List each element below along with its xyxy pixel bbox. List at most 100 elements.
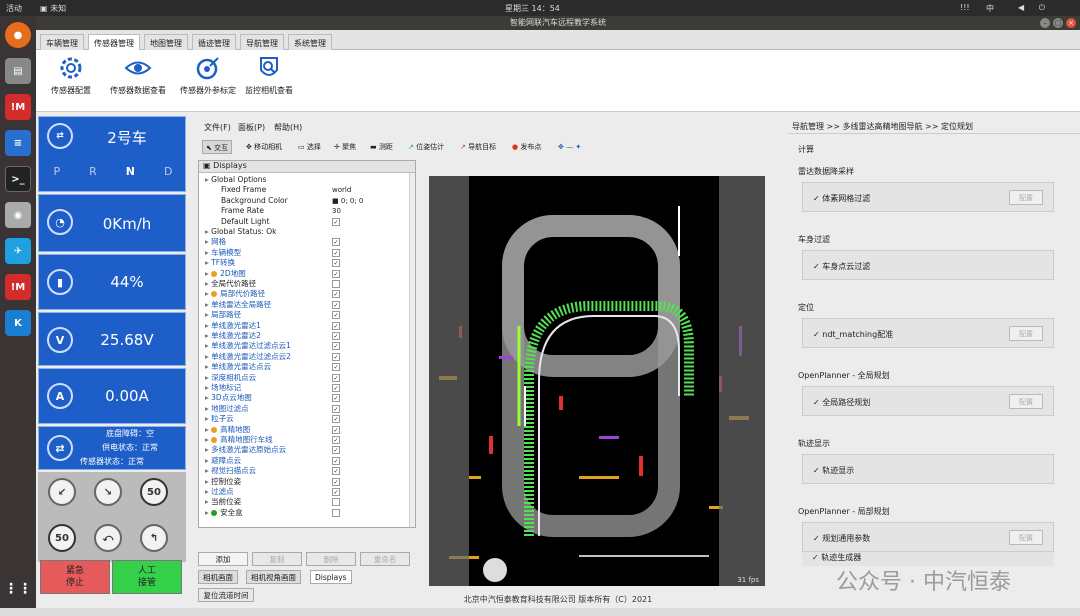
firefox-icon[interactable]: ● <box>5 22 31 48</box>
display-row[interactable]: ▸ 单线激光雷达过滤点云1 ✓ <box>199 341 413 351</box>
display-row[interactable]: ▸ 深度相机点云 ✓ <box>199 373 413 383</box>
display-row[interactable]: ▸ 车辆模型 ✓ <box>199 248 413 258</box>
display-row[interactable]: Frame Rate 30 <box>199 206 413 216</box>
display-checkbox[interactable]: ✓ <box>332 384 340 392</box>
kylin-icon[interactable]: K <box>5 310 31 336</box>
display-row[interactable]: ▸ 安全盒 <box>199 508 413 518</box>
display-checkbox[interactable]: ✓ <box>332 404 340 413</box>
close-icon[interactable]: × <box>1066 18 1076 28</box>
tab-navigation[interactable]: 导航管理 <box>240 34 284 50</box>
app-menu[interactable]: ▣ 未知 <box>40 3 66 14</box>
gear-n[interactable]: N <box>126 165 135 178</box>
delete-display-button[interactable]: 删除 <box>306 552 356 566</box>
display-row[interactable]: ▸ 单线激光雷达2 ✓ <box>199 331 413 341</box>
section-checkbox[interactable]: ✓ 体素网格过滤 <box>813 193 870 204</box>
display-checkbox[interactable]: ✓ <box>332 342 340 351</box>
display-row[interactable]: Fixed Frame world <box>199 185 413 195</box>
display-checkbox[interactable]: ✓ <box>332 394 340 403</box>
no-left-turn-icon[interactable]: ↰ <box>140 524 168 552</box>
display-checkbox[interactable]: ✓ <box>332 415 340 424</box>
sensor-config-button[interactable]: 传感器配置 <box>38 54 104 96</box>
tool-focus[interactable]: ✛ 聚焦 <box>334 140 356 154</box>
display-row[interactable]: ▸ 高精地图 ✓ <box>199 425 413 435</box>
manual-takeover-button[interactable]: 人工 接管 <box>112 560 182 594</box>
display-checkbox[interactable]: ✓ <box>332 425 340 434</box>
config-button[interactable]: 配置 <box>1009 326 1043 341</box>
tab-sensor[interactable]: 传感器管理 <box>88 34 140 50</box>
tool-interact[interactable]: ⬉ 交互 <box>202 140 233 154</box>
tab-map[interactable]: 地图管理 <box>144 34 188 50</box>
menu-panel[interactable]: 面板(P) <box>238 122 265 133</box>
config-button[interactable]: 配置 <box>1009 190 1043 205</box>
speed-limit-sign-2[interactable]: 50 <box>48 524 76 552</box>
monitor-camera-button[interactable]: 监控相机查看 <box>236 54 302 96</box>
menu-help[interactable]: 帮助(H) <box>274 122 302 133</box>
display-row[interactable]: Background Color ■ 0; 0; 0 <box>199 196 413 206</box>
gear-p[interactable]: P <box>54 165 61 178</box>
camera-icon[interactable]: ◉ <box>5 202 31 228</box>
display-value[interactable]: ■ 0; 0; 0 <box>332 196 363 206</box>
display-checkbox[interactable]: ✓ <box>332 436 340 444</box>
tab-system[interactable]: 系统管理 <box>288 34 332 50</box>
display-checkbox[interactable]: ✓ <box>332 456 340 465</box>
tool-add-icon[interactable]: ✥ — ✦ <box>558 140 581 154</box>
display-checkbox[interactable]: ✓ <box>332 373 340 382</box>
rviz-3d-viewport[interactable]: 31 fps <box>429 176 765 586</box>
arrow-down-right-icon[interactable]: ↘ <box>94 478 122 506</box>
display-row[interactable]: ▸ 局部路径 ✓ <box>199 310 413 320</box>
display-checkbox[interactable]: ✓ <box>332 467 340 476</box>
display-row[interactable]: ▸ 单线雷达全局路径 ✓ <box>199 300 413 310</box>
sensor-data-button[interactable]: 传感器数据查看 <box>100 54 176 96</box>
network-indicator[interactable]: !!! <box>960 3 970 12</box>
config-button[interactable]: 配置 <box>1009 394 1043 409</box>
display-checkbox[interactable]: ✓ <box>332 446 340 455</box>
display-checkbox[interactable] <box>332 508 340 517</box>
no-u-turn-icon[interactable]: ⤺ <box>94 524 122 552</box>
speed-limit-sign[interactable]: 50 <box>140 478 168 506</box>
tool-measure[interactable]: ▬ 测距 <box>370 140 393 154</box>
tool-publish-point[interactable]: ● 发布点 <box>512 140 541 154</box>
display-row[interactable]: ▸ 控制位姿 ✓ <box>199 477 413 487</box>
tab-track[interactable]: 循迹管理 <box>192 34 236 50</box>
add-display-button[interactable]: 添加 <box>198 552 248 566</box>
display-row[interactable]: ▸ 地图过滤点 ✓ <box>199 404 413 414</box>
display-checkbox[interactable]: ✓ <box>332 488 340 496</box>
tab-camera-view[interactable]: 相机画面 <box>198 570 238 584</box>
display-row[interactable]: ▸ 单线激光雷达点云 ✓ <box>199 362 413 372</box>
files-icon[interactable]: ▤ <box>5 58 31 84</box>
menu-file[interactable]: 文件(F) <box>204 122 231 133</box>
arrow-down-left-icon[interactable]: ↙ <box>48 478 76 506</box>
gear-d[interactable]: D <box>164 165 172 178</box>
display-row[interactable]: ▸ 全局代价路径 <box>199 279 413 289</box>
section-checkbox[interactable]: ✓ ndt_matching配准 <box>813 329 893 340</box>
display-row[interactable]: ▸ Global Status: Ok <box>199 227 413 237</box>
section-checkbox[interactable]: ✓ 规划通用参数 <box>813 533 870 544</box>
terminal-icon[interactable]: >_ <box>5 166 31 192</box>
display-checkbox[interactable] <box>332 280 340 288</box>
activities-button[interactable]: 活动 <box>6 3 22 14</box>
maximize-icon[interactable]: □ <box>1053 18 1063 28</box>
app-red-icon[interactable]: !M <box>5 94 31 120</box>
tool-pose-estimate[interactable]: ↗ 位姿估计 <box>408 140 444 154</box>
display-row[interactable]: ▸ 高精地图行车线 ✓ <box>199 435 413 445</box>
display-row[interactable]: ▸ 多线激光雷达原始点云 ✓ <box>199 445 413 455</box>
display-checkbox[interactable]: ✓ <box>332 269 340 278</box>
emergency-stop-button[interactable]: 紧急 停止 <box>40 560 110 594</box>
display-checkbox[interactable]: ✓ <box>332 217 340 226</box>
tab-vehicle[interactable]: 车辆管理 <box>40 34 84 50</box>
duplicate-display-button[interactable]: 复制 <box>252 552 302 566</box>
gear-r[interactable]: R <box>89 165 97 178</box>
tab-displays[interactable]: Displays <box>310 570 352 584</box>
display-row[interactable]: Default Light ✓ <box>199 217 413 227</box>
display-checkbox[interactable]: ✓ <box>332 321 340 330</box>
display-row[interactable]: ▸ 2D地图 ✓ <box>199 269 413 279</box>
display-checkbox[interactable]: ✓ <box>332 290 340 299</box>
display-value[interactable]: world <box>332 185 351 195</box>
app-blue-icon[interactable]: ✈ <box>5 238 31 264</box>
section-checkbox[interactable]: ✓ 全局路径规划 <box>813 397 870 408</box>
display-value[interactable]: 30 <box>332 206 341 216</box>
minimize-icon[interactable]: – <box>1040 18 1050 28</box>
display-row[interactable]: ▸ 单线激光雷达1 ✓ <box>199 321 413 331</box>
display-checkbox[interactable]: ✓ <box>332 477 340 486</box>
display-checkbox[interactable]: ✓ <box>332 259 340 268</box>
